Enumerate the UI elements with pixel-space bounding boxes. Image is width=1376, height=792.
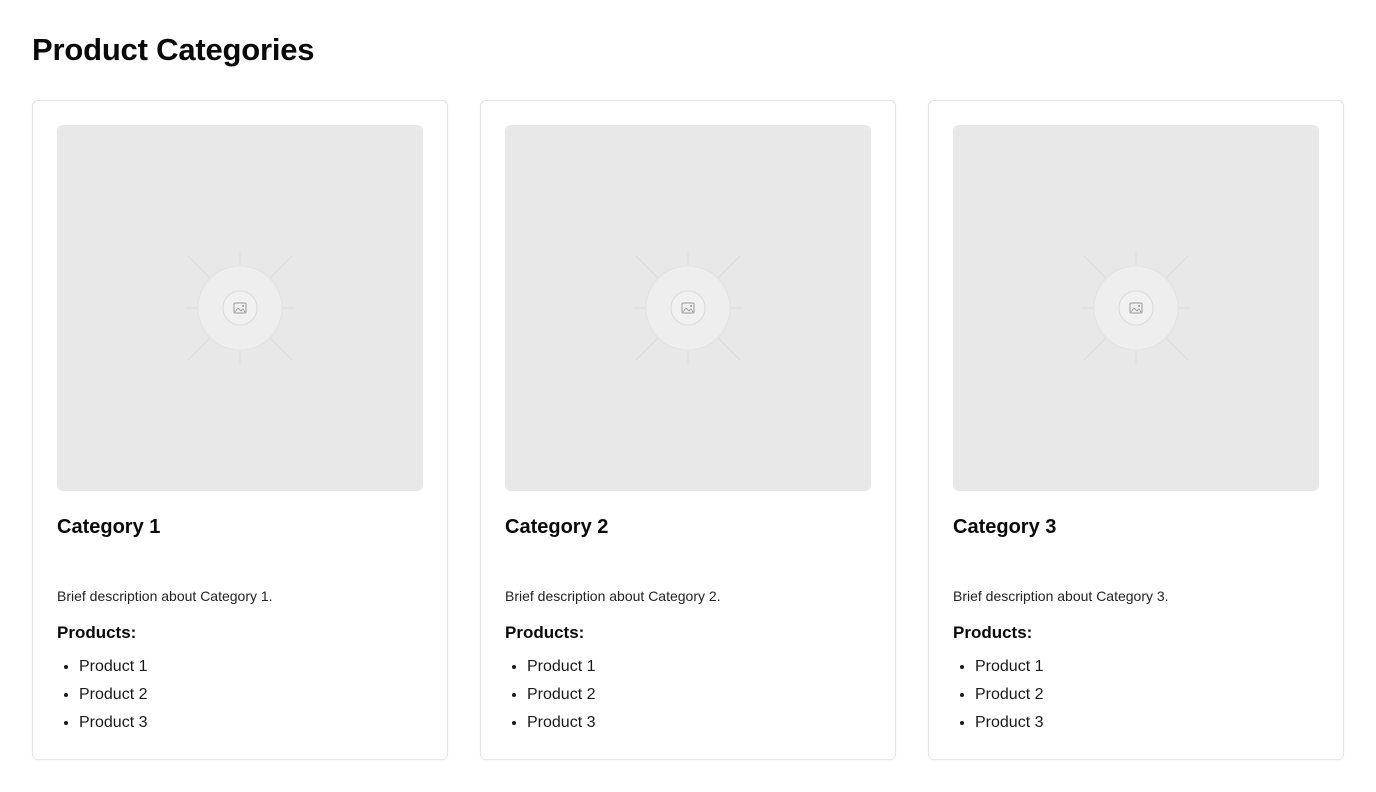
- category-title: Category 1: [57, 516, 161, 538]
- product-item: Product 1: [527, 653, 595, 681]
- product-item: Product 3: [975, 709, 1043, 737]
- category-grid: Category 1 Brief description about Categ…: [32, 100, 1344, 760]
- product-item: Product 2: [79, 681, 147, 709]
- product-item: Product 1: [975, 653, 1043, 681]
- category-description: Brief description about Category 3.: [953, 588, 1169, 604]
- product-item: Product 1: [79, 653, 147, 681]
- category-image: [505, 125, 871, 491]
- page-title: Product Categories: [32, 32, 315, 67]
- products-heading: Products:: [953, 623, 1033, 642]
- category-description: Brief description about Category 2.: [505, 588, 721, 604]
- product-list: Product 1 Product 2 Product 3: [953, 653, 1043, 737]
- image-placeholder-icon: [185, 253, 295, 363]
- image-placeholder-icon: [1081, 253, 1191, 363]
- category-image: [953, 125, 1319, 491]
- image-placeholder-icon: [633, 253, 743, 363]
- page: Product Categories Category 1 Brief desc…: [0, 0, 1376, 792]
- product-list: Product 1 Product 2 Product 3: [57, 653, 147, 737]
- category-image: [57, 125, 423, 491]
- category-title: Category 2: [505, 516, 609, 538]
- products-heading: Products:: [505, 623, 585, 642]
- product-item: Product 2: [527, 681, 595, 709]
- category-card: Category 2 Brief description about Categ…: [480, 100, 896, 760]
- products-heading: Products:: [57, 623, 137, 642]
- category-title: Category 3: [953, 516, 1057, 538]
- product-item: Product 3: [527, 709, 595, 737]
- category-card: Category 3 Brief description about Categ…: [928, 100, 1344, 760]
- product-item: Product 3: [79, 709, 147, 737]
- product-item: Product 2: [975, 681, 1043, 709]
- category-card: Category 1 Brief description about Categ…: [32, 100, 448, 760]
- category-description: Brief description about Category 1.: [57, 588, 273, 604]
- product-list: Product 1 Product 2 Product 3: [505, 653, 595, 737]
